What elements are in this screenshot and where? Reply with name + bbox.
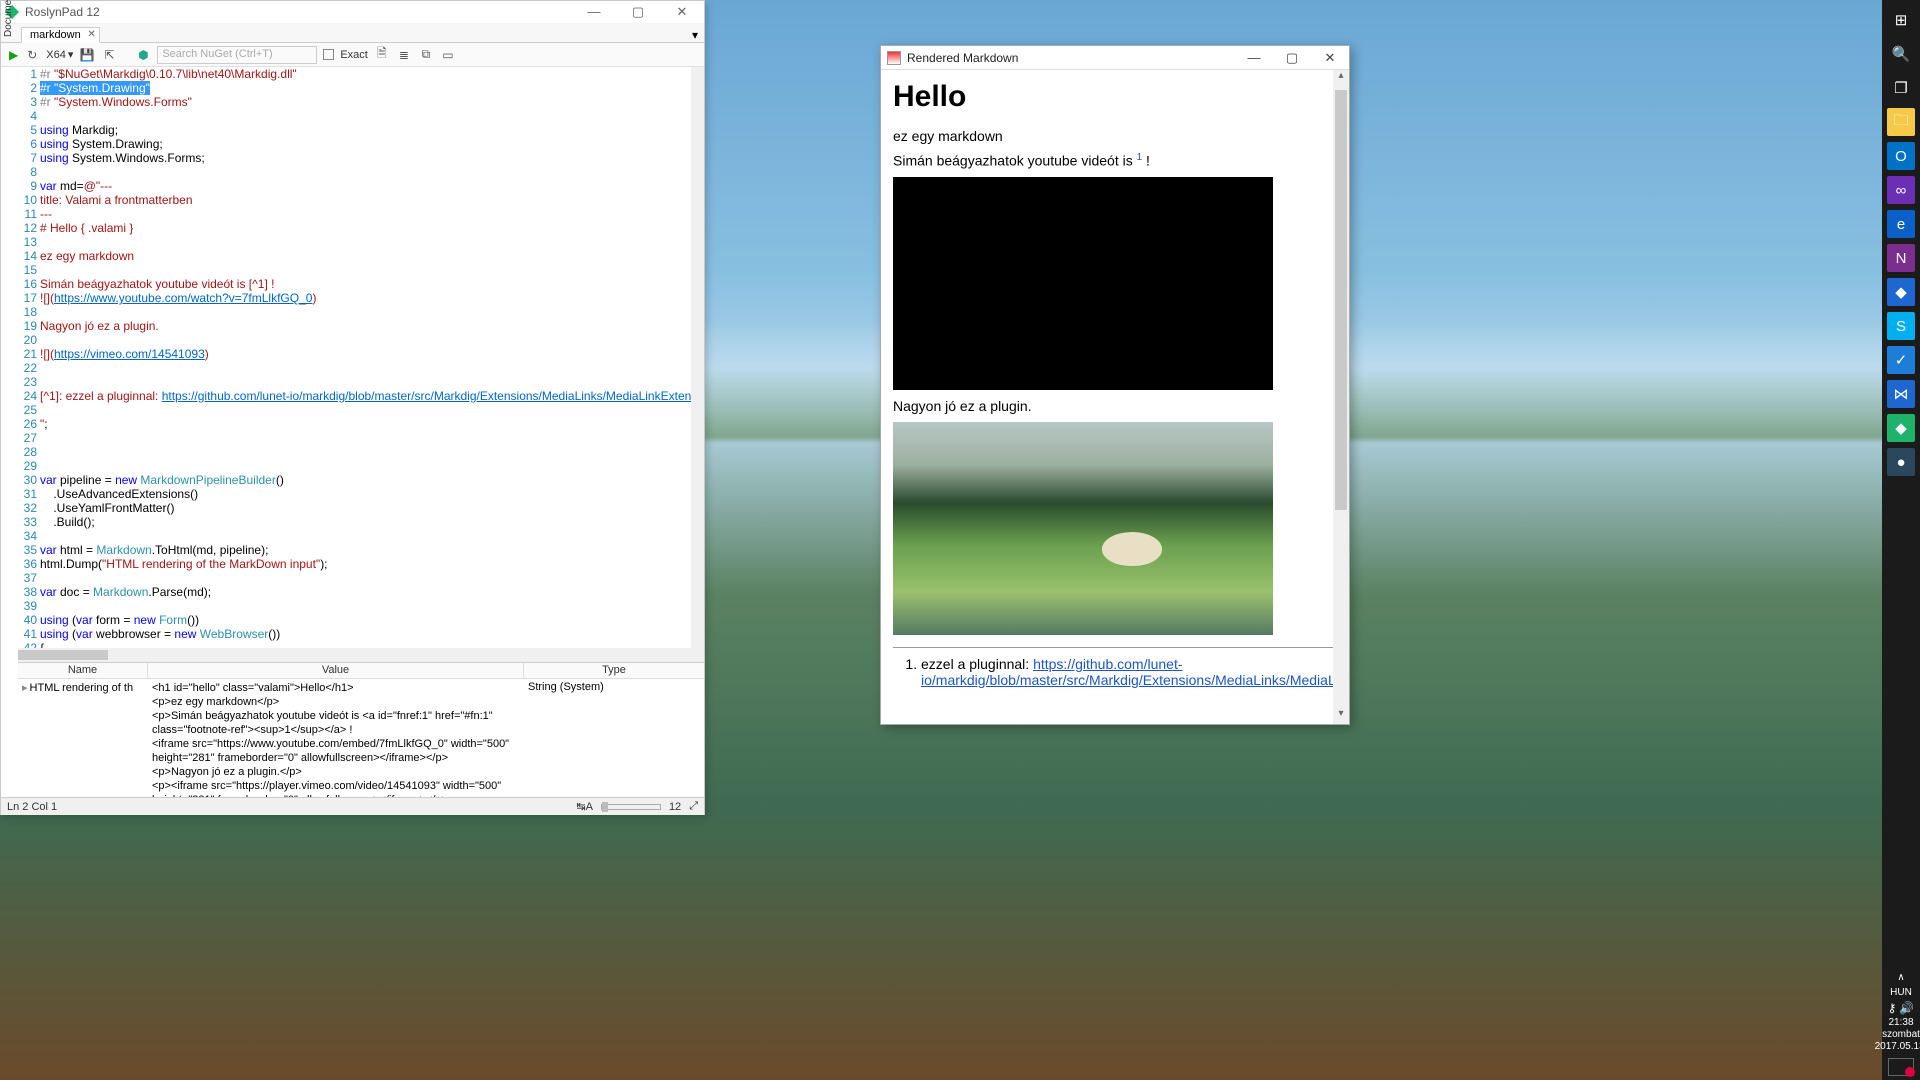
- col-type[interactable]: Type: [524, 663, 704, 678]
- rendered-body[interactable]: Hello ez egy markdown Simán beágyazhatok…: [881, 70, 1349, 724]
- outlook-icon[interactable]: O: [1887, 142, 1915, 170]
- steam-icon[interactable]: ●: [1887, 448, 1915, 476]
- results-header: Name Value Type: [18, 663, 704, 679]
- status-expand-icon[interactable]: ⤢: [689, 800, 698, 813]
- footnote-item: ezzel a pluginnal: https://github.com/lu…: [921, 656, 1337, 689]
- youtube-embed[interactable]: [893, 177, 1273, 390]
- rendered-p1: ez egy markdown: [893, 128, 1337, 144]
- cursor-position: Ln 2 Col 1: [7, 801, 57, 813]
- nuget-icon[interactable]: ⬢: [135, 48, 151, 62]
- rendered-window: Rendered Markdown — ▢ ✕ Hello ez egy mar…: [880, 45, 1350, 725]
- zoom-slider[interactable]: [602, 802, 608, 812]
- rendered-titlebar[interactable]: Rendered Markdown — ▢ ✕: [881, 46, 1349, 70]
- onenote-icon[interactable]: N: [1887, 244, 1915, 272]
- minimize-button[interactable]: —: [572, 4, 616, 20]
- scroll-up-icon[interactable]: ▴: [1333, 70, 1349, 86]
- footnote-separator: [893, 647, 1337, 648]
- roslynpad-window: RoslynPad 12 — ▢ ✕ Documents markdown ✕ …: [0, 0, 705, 815]
- maximize-button[interactable]: ▢: [1273, 50, 1311, 66]
- vs-code-icon[interactable]: ⋈: [1887, 380, 1915, 408]
- volume-icon[interactable]: 🔊: [1899, 1002, 1914, 1014]
- taskbar: ⊞🔍❐🗀O∞eN◆S✓⋈◆● ∧ HUN ⚷ 🔊 21:38 szombat 2…: [1882, 0, 1920, 1080]
- notifications-button[interactable]: [1888, 1058, 1914, 1076]
- exact-checkbox[interactable]: [323, 49, 334, 60]
- skype-icon[interactable]: S: [1887, 312, 1915, 340]
- open-button[interactable]: ⇱: [101, 48, 117, 62]
- tray-overflow-icon[interactable]: ∧: [1897, 972, 1904, 984]
- tool-icon-4[interactable]: ▭: [440, 48, 456, 62]
- editor-scrollbar-vertical[interactable]: [691, 67, 704, 662]
- code-area[interactable]: #r "$NuGet\Markdig\0.10.7\lib\net40\Mark…: [40, 67, 704, 662]
- network-icon[interactable]: ⚷: [1888, 1002, 1897, 1014]
- tool-icon-1[interactable]: 🗎: [374, 44, 390, 65]
- results-row[interactable]: ▸HTML rendering of th <h1 id="hello" cla…: [18, 679, 704, 814]
- clock-day: szombat: [1875, 1029, 1920, 1041]
- save-button[interactable]: 💾: [79, 48, 95, 62]
- platform-label: X64: [46, 49, 66, 61]
- scroll-down-icon[interactable]: ▾: [1333, 708, 1349, 724]
- roslynpad-icon[interactable]: ◆: [1887, 414, 1915, 442]
- toolbar: ▶ ↻ X64 ▾ 💾 ⇱ ⬢ Search NuGet (Ctrl+T) Ex…: [1, 43, 704, 67]
- rendered-title-text: Rendered Markdown: [907, 51, 1018, 65]
- scrollbar-thumb[interactable]: [18, 650, 108, 660]
- system-tray: ∧ HUN ⚷ 🔊 21:38 szombat 2017.05.13.: [1875, 972, 1920, 1080]
- code-editor[interactable]: 1234567891011121314151617181920212223242…: [18, 67, 704, 662]
- result-name: ▸HTML rendering of th: [18, 679, 148, 814]
- expand-icon[interactable]: ▸: [22, 682, 28, 694]
- visual-studio-icon[interactable]: ∞: [1887, 176, 1915, 204]
- tab-close-icon[interactable]: ✕: [87, 29, 95, 40]
- rendered-p2: Simán beágyazhatok youtube videót is 1 !: [893, 152, 1337, 169]
- status-bar: Ln 2 Col 1 ↹A 12 ⤢: [1, 797, 704, 815]
- form-icon: [887, 51, 901, 65]
- col-value[interactable]: Value: [148, 663, 524, 678]
- col-name[interactable]: Name: [18, 663, 148, 678]
- search-icon[interactable]: 🔍: [1887, 40, 1915, 68]
- status-count: 12: [669, 801, 681, 813]
- rendered-heading: Hello: [893, 80, 1337, 114]
- roslynpad-title-text: RoslynPad 12: [25, 5, 100, 19]
- close-button[interactable]: ✕: [660, 4, 704, 20]
- rendered-p3: Nagyon jó ez a plugin.: [893, 398, 1337, 414]
- tab-mode-icon[interactable]: ↹A: [576, 800, 593, 813]
- tool-icon-2[interactable]: ≣: [396, 48, 412, 62]
- tab-markdown[interactable]: markdown ✕: [21, 27, 100, 43]
- app-icon-blue[interactable]: ◆: [1887, 278, 1915, 306]
- vimeo-embed[interactable]: [893, 422, 1273, 635]
- line-gutter: 1234567891011121314151617181920212223242…: [18, 67, 40, 662]
- close-button[interactable]: ✕: [1311, 50, 1349, 66]
- result-type: String (System): [524, 679, 704, 814]
- exact-label: Exact: [340, 49, 368, 61]
- new-tab-button[interactable]: ▾: [692, 28, 698, 42]
- footnote-list: ezzel a pluginnal: https://github.com/lu…: [893, 656, 1337, 689]
- documents-panel-label[interactable]: Documents: [3, 0, 14, 37]
- task-view-icon[interactable]: ❐: [1887, 74, 1915, 102]
- todo-icon[interactable]: ✓: [1887, 346, 1915, 374]
- roslynpad-titlebar[interactable]: RoslynPad 12 — ▢ ✕: [1, 1, 704, 23]
- platform-combo[interactable]: X64 ▾: [46, 48, 73, 61]
- result-value: <h1 id="hello" class="valami">Hello</h1>…: [148, 679, 524, 814]
- rendered-scrollbar[interactable]: ▴ ▾: [1333, 70, 1349, 724]
- minimize-button[interactable]: —: [1235, 50, 1273, 66]
- tab-strip: Documents markdown ✕ ▾: [1, 23, 704, 43]
- clock-time: 21:38: [1875, 1017, 1920, 1029]
- nuget-search-input[interactable]: Search NuGet (Ctrl+T): [157, 46, 317, 64]
- clock-date: 2017.05.13.: [1875, 1041, 1920, 1053]
- caret-down-icon: ▾: [68, 48, 74, 61]
- language-indicator[interactable]: HUN: [1890, 987, 1912, 999]
- tab-label: markdown: [30, 29, 81, 41]
- results-panel: Name Value Type ▸HTML rendering of th <h…: [18, 662, 704, 814]
- start-button[interactable]: ⊞: [1887, 6, 1915, 34]
- file-explorer-icon[interactable]: 🗀: [1887, 108, 1915, 136]
- scroll-thumb[interactable]: [1335, 90, 1347, 510]
- edge-icon[interactable]: e: [1887, 210, 1915, 238]
- reload-button[interactable]: ↻: [24, 48, 40, 62]
- run-button[interactable]: ▶: [9, 48, 18, 62]
- editor-scrollbar-horizontal[interactable]: [18, 648, 691, 662]
- tool-icon-3[interactable]: ⧉: [418, 47, 434, 62]
- maximize-button[interactable]: ▢: [616, 4, 660, 20]
- clock[interactable]: 21:38 szombat 2017.05.13.: [1875, 1017, 1920, 1053]
